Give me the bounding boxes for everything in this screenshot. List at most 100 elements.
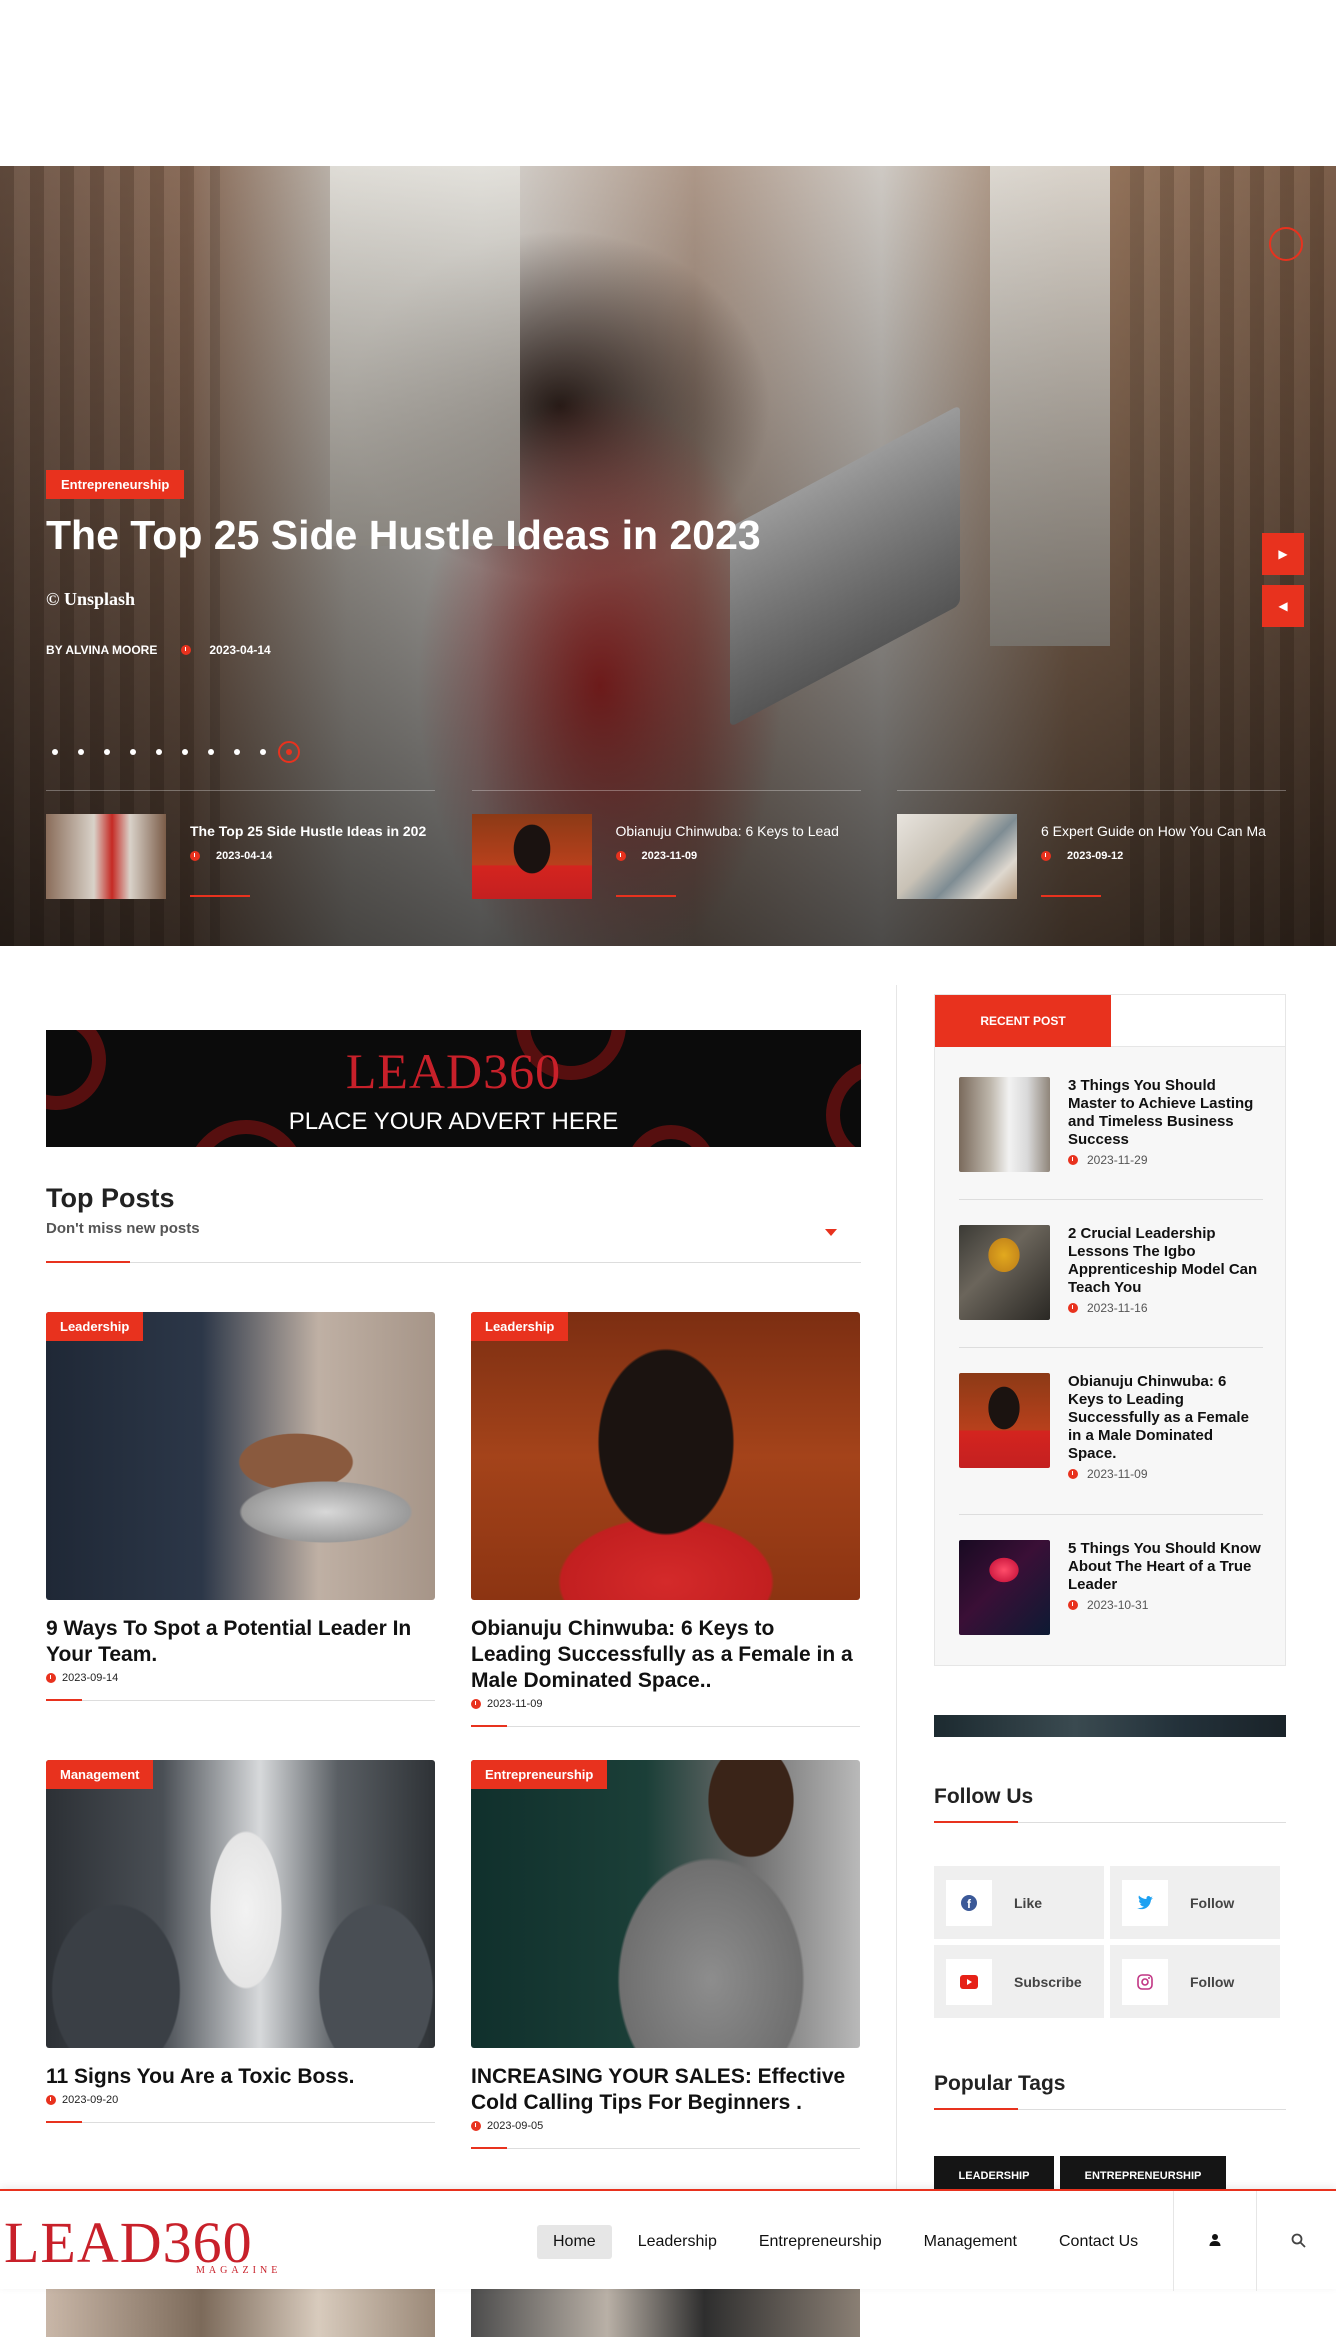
youtube-icon [946, 1958, 992, 2005]
recent-post-title[interactable]: 2 Crucial Leadership Lessons The Igbo Ap… [1068, 1225, 1263, 1297]
post-card-title[interactable]: Obianuju Chinwuba: 6 Keys to Leading Suc… [471, 1616, 860, 1694]
post-card[interactable]: Leadership 9 Ways To Spot a Potential Le… [46, 1312, 435, 1701]
social-facebook[interactable]: f Like [934, 1866, 1104, 1939]
slider-dot[interactable] [208, 749, 214, 755]
post-card-image[interactable]: Entrepreneurship [471, 1760, 860, 2048]
post-card-divider [471, 2147, 860, 2149]
slider-dot[interactable] [130, 749, 136, 755]
recent-post-image[interactable] [959, 1225, 1050, 1320]
hero-author[interactable]: BY ALVINA MOORE [46, 643, 157, 657]
user-icon[interactable] [1202, 2227, 1228, 2253]
recent-post-image[interactable] [959, 1540, 1050, 1635]
post-card-date: 2023-09-05 [487, 2120, 544, 2132]
clock-icon [46, 1673, 56, 1683]
recent-post-title[interactable]: 5 Things You Should Know About The Heart… [1068, 1540, 1263, 1594]
post-card[interactable]: Leadership Obianuju Chinwuba: 6 Keys to … [471, 1312, 860, 1727]
recent-post-image[interactable] [959, 1373, 1050, 1468]
slider-thumb-date: 2023-04-14 [216, 850, 273, 862]
sidebar-image-banner[interactable] [934, 1715, 1286, 1737]
nav-item-contact-us[interactable]: Contact Us [1043, 2225, 1154, 2259]
nav-item-entrepreneurship[interactable]: Entrepreneurship [743, 2225, 898, 2259]
hero-category-badge[interactable]: Entrepreneurship [46, 470, 185, 499]
slider-dot-active[interactable] [278, 741, 300, 763]
slider-thumb[interactable]: The Top 25 Side Hustle Ideas in 202 2023… [46, 790, 435, 899]
clock-icon [1068, 1469, 1078, 1479]
nav-item-leadership[interactable]: Leadership [622, 2225, 733, 2259]
post-card[interactable]: Management 11 Signs You Are a Toxic Boss… [46, 1760, 435, 2123]
post-category-badge[interactable]: Entrepreneurship [471, 1760, 608, 1789]
slider-thumb-title[interactable]: Obianuju Chinwuba: 6 Keys to Lead [616, 823, 861, 839]
slider-dot[interactable] [182, 749, 188, 755]
post-card-image[interactable]: Management [46, 1760, 435, 2048]
advert-banner[interactable]: LEAD360 PLACE YOUR ADVERT HERE [46, 1030, 861, 1147]
slider-next-button[interactable]: ▶ [1262, 533, 1304, 575]
top-posts-header: Top Posts Don't miss new posts [46, 1183, 861, 1263]
slider-pagination [52, 741, 320, 763]
clock-icon [1068, 1600, 1078, 1610]
recent-post-item[interactable]: Obianuju Chinwuba: 6 Keys to Leading Suc… [959, 1373, 1263, 1481]
social-twitter[interactable]: Follow [1110, 1866, 1280, 1939]
slider-dot[interactable] [260, 749, 266, 755]
post-card-date: 2023-11-09 [487, 1698, 543, 1710]
main-menu: Home Leadership Entrepreneurship Managem… [537, 2225, 1164, 2259]
slider-dot[interactable] [234, 749, 240, 755]
clock-icon [615, 851, 626, 861]
social-youtube[interactable]: Subscribe [934, 1945, 1104, 2018]
slider-thumb-image[interactable] [897, 814, 1017, 899]
post-card-divider [46, 2121, 435, 2123]
slider-dot[interactable] [156, 749, 162, 755]
slider-thumb[interactable]: Obianuju Chinwuba: 6 Keys to Lead 2023-1… [471, 790, 861, 899]
caret-left-icon: ◀ [1278, 599, 1288, 613]
slider-prev-button[interactable]: ◀ [1262, 585, 1304, 627]
post-card[interactable]: Entrepreneurship INCREASING YOUR SALES: … [471, 1760, 860, 2149]
hero-slider[interactable]: Entrepreneurship The Top 25 Side Hustle … [0, 166, 1336, 946]
caret-right-icon: ▶ [1278, 547, 1288, 561]
post-card-image[interactable]: Leadership [46, 1312, 435, 1600]
nav-item-management[interactable]: Management [908, 2225, 1033, 2259]
post-card-title[interactable]: INCREASING YOUR SALES: Effective Cold Ca… [471, 2064, 860, 2116]
post-card-image-partial[interactable] [471, 2289, 860, 2337]
recent-post-title[interactable]: 3 Things You Should Master to Achieve La… [1068, 1077, 1263, 1149]
social-instagram[interactable]: Follow [1110, 1945, 1280, 2018]
post-card-image-partial[interactable] [46, 2289, 435, 2337]
slider-thumb-image[interactable] [471, 814, 592, 899]
slider-thumb-progress [615, 895, 676, 897]
chevron-down-icon[interactable] [825, 1229, 837, 1236]
post-card-image[interactable]: Leadership [471, 1312, 860, 1600]
clock-icon [190, 851, 200, 861]
recent-post-item[interactable]: 5 Things You Should Know About The Heart… [959, 1540, 1263, 1635]
clock-icon [1068, 1303, 1078, 1313]
section-accent [46, 1261, 130, 1263]
post-card-divider [46, 1699, 435, 1701]
twitter-icon [1122, 1879, 1168, 1926]
post-card-title[interactable]: 11 Signs You Are a Toxic Boss. [46, 2064, 435, 2090]
slider-dot[interactable] [78, 749, 84, 755]
search-icon[interactable] [1285, 2227, 1311, 2253]
recent-post-title[interactable]: Obianuju Chinwuba: 6 Keys to Leading Suc… [1068, 1373, 1263, 1463]
slider-thumb-image[interactable] [46, 814, 166, 899]
site-logo-subtitle: MAGAZINE [196, 2265, 282, 2276]
slider-thumb[interactable]: 6 Expert Guide on How You Can Ma 2023-09… [897, 790, 1286, 899]
section-subtitle: Don't miss new posts [46, 1220, 200, 1237]
slider-dot[interactable] [104, 749, 110, 755]
section-title: Top Posts [46, 1183, 175, 1213]
post-card-title[interactable]: 9 Ways To Spot a Potential Leader In You… [46, 1616, 435, 1668]
recent-post-item[interactable]: 3 Things You Should Master to Achieve La… [959, 1077, 1263, 1172]
post-category-badge[interactable]: Leadership [46, 1312, 144, 1341]
site-logo[interactable]: LEAD360 [4, 2213, 253, 2273]
slider-thumb-title[interactable]: The Top 25 Side Hustle Ideas in 202 [190, 823, 435, 839]
slider-thumb-progress [190, 895, 250, 897]
slider-dot[interactable] [52, 749, 58, 755]
post-category-badge[interactable]: Leadership [471, 1312, 569, 1341]
tab-recent-post[interactable]: RECENT POST [935, 995, 1111, 1047]
recent-post-item[interactable]: 2 Crucial Leadership Lessons The Igbo Ap… [959, 1225, 1263, 1320]
nav-item-home[interactable]: Home [537, 2225, 612, 2259]
sidebar-divider [896, 985, 897, 2285]
slider-thumb-title[interactable]: 6 Expert Guide on How You Can Ma [1041, 823, 1286, 839]
hero-title[interactable]: The Top 25 Side Hustle Ideas in 2023 [46, 512, 761, 559]
slider-autoplay-indicator [1269, 227, 1303, 261]
recent-post-image[interactable] [959, 1077, 1050, 1172]
clock-icon [471, 1699, 481, 1709]
recent-posts-widget: RECENT POST 3 Things You Should Master t… [934, 994, 1286, 1666]
post-category-badge[interactable]: Management [46, 1760, 154, 1789]
